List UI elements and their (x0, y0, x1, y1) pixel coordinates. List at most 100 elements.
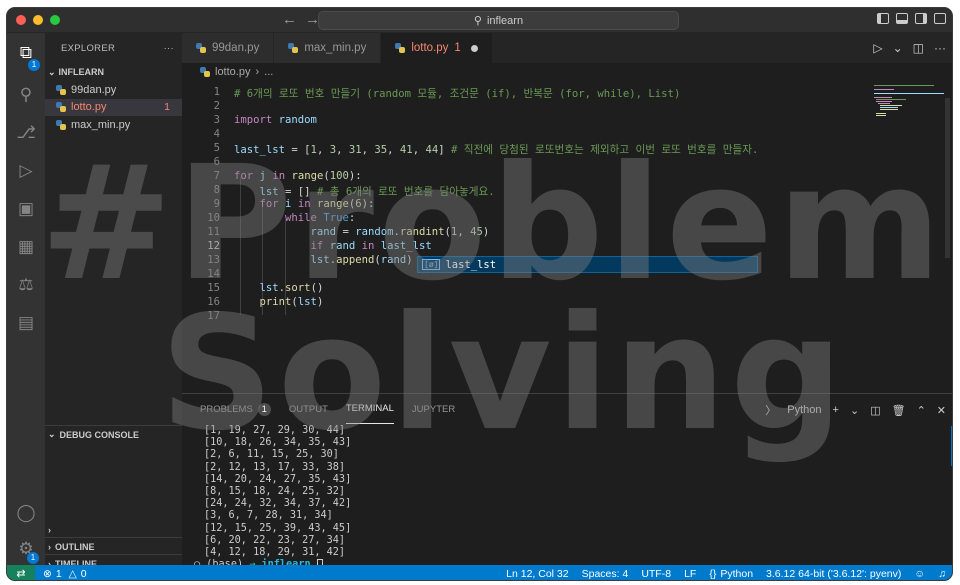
debug-console-section[interactable]: ⌄ DEBUG CONSOLE (45, 425, 182, 443)
editor-actions: ▷ ⌄ ◫ ··· (873, 41, 946, 55)
minimap-line (874, 97, 892, 98)
minimap-line (874, 89, 894, 90)
folder-name: INFLEARN (58, 67, 105, 77)
source-control-icon[interactable]: ⎇ (16, 123, 36, 143)
tab-problems[interactable]: PROBLEMS 1 (200, 394, 271, 424)
editor-tabs: 99dan.py max_min.py lotto.py 1 ▷ ⌄ ◫ ··· (182, 33, 952, 63)
unsaved-dot-icon[interactable] (470, 44, 478, 52)
split-editor-icon[interactable]: ◫ (913, 41, 924, 55)
maximize-window-button[interactable] (50, 15, 60, 25)
terminal-output[interactable]: [1, 19, 27, 29, 30, 44] [10, 18, 26, 34,… (194, 425, 352, 571)
run-dropdown-icon[interactable]: ⌄ (893, 41, 903, 55)
end-of-line[interactable]: LF (684, 568, 696, 580)
more-actions-icon[interactable]: ··· (164, 43, 174, 54)
extensions-icon[interactable]: ▦ (16, 237, 36, 257)
minimap-line (876, 99, 906, 100)
terminal-line: [6, 20, 22, 23, 27, 34] (204, 534, 346, 546)
problems-count-badge: 1 (257, 402, 271, 416)
tab-jupyter[interactable]: JUPYTER (412, 394, 455, 424)
terminal-line: [3, 6, 7, 28, 31, 34] (204, 510, 333, 522)
code-line: 1 # 6개의 로또 번호 만들기 (random 모듈, 조건문 (if), 반… (182, 86, 872, 100)
terminal-scrollbar[interactable] (951, 426, 952, 466)
accounts-icon[interactable]: ◯ (16, 503, 36, 523)
terminal-line: [4, 12, 18, 29, 31, 42] (204, 546, 346, 558)
panel-actions: 〉 Python + ⌄ ◫ 🗑 ⌃ ✕ (765, 402, 946, 418)
indentation[interactable]: Spaces: 4 (582, 568, 629, 580)
language-mode[interactable]: {} Python (709, 568, 753, 580)
cursor-position[interactable]: Ln 12, Col 32 (506, 568, 568, 580)
terminal-line: [10, 18, 26, 34, 35, 43] (204, 437, 352, 449)
encoding[interactable]: UTF-8 (641, 568, 671, 580)
feedback-icon[interactable]: ☺ (914, 568, 925, 580)
python-file-icon (56, 119, 66, 130)
line-number: 2 (213, 100, 220, 112)
file-item-99dan[interactable]: 99dan.py (45, 81, 182, 99)
editor-scrollbar[interactable] (945, 98, 950, 258)
line-number: 17 (207, 310, 220, 322)
autocomplete-suggestion[interactable]: [ø] last_lst (417, 256, 758, 273)
file-name: max_min.py (71, 118, 131, 131)
python-interpreter[interactable]: 3.6.12 64-bit ('3.6.12': pyenv) (766, 568, 901, 580)
error-icon: ⊗ (43, 567, 52, 580)
minimap-line (876, 113, 886, 114)
sidebar-title: EXPLORER (61, 42, 116, 54)
tab-output[interactable]: OUTPUT (289, 394, 328, 424)
code-editor[interactable]: 1 # 6개의 로또 번호 만들기 (random 모듈, 조건문 (if), 반… (182, 81, 872, 391)
line-number: 6 (213, 156, 220, 168)
file-item-max-min[interactable]: max_min.py (45, 116, 182, 134)
problems-status[interactable]: ⊗ 1 △ 0 (43, 568, 87, 580)
python-file-icon (288, 43, 299, 53)
file-item-lotto[interactable]: lotto.py 1 (45, 98, 182, 116)
new-terminal-icon[interactable]: + (833, 404, 839, 416)
minimap[interactable] (872, 81, 952, 391)
split-terminal-icon[interactable]: ◫ (870, 404, 880, 417)
search-label: inflearn (486, 14, 524, 27)
outline-section[interactable]: › OUTLINE (45, 537, 182, 555)
chevron-right-icon: › (48, 525, 51, 535)
close-panel-icon[interactable]: ✕ (937, 404, 946, 417)
explorer-badge: 1 (28, 59, 40, 71)
breadcrumb-file[interactable]: lotto.py (215, 66, 250, 78)
toggle-sidebar-icon[interactable] (877, 13, 889, 24)
tab-label: lotto.py (411, 42, 449, 54)
more-actions-icon[interactable]: ··· (934, 41, 946, 55)
close-window-button[interactable] (16, 15, 26, 25)
notifications-bell-icon[interactable]: ♫ (938, 568, 946, 580)
bottom-panel: PROBLEMS 1 OUTPUT TERMINAL JUPYTER 〉 Pyt… (182, 393, 952, 570)
tab-label: TERMINAL (345, 403, 394, 414)
command-center-search[interactable]: ⚲ inflearn (318, 11, 679, 30)
tab-problem-count: 1 (454, 42, 461, 54)
search-icon[interactable]: ⚲ (16, 85, 36, 105)
folder-header[interactable]: ⌄ INFLEARN (45, 63, 182, 81)
breadcrumb-rest[interactable]: ... (264, 66, 273, 78)
tab-terminal[interactable]: TERMINAL (345, 394, 394, 424)
customize-layout-icon[interactable] (934, 13, 946, 24)
chevron-down-icon[interactable]: ⌄ (850, 404, 859, 417)
testing-icon[interactable]: ⚖ (16, 275, 36, 295)
code-line: 8 lst = [] # 총 6개의 로또 번호를 담아놓게요. (182, 184, 872, 198)
code-line: 7 for j in range(100): (182, 170, 872, 184)
terminal-icon: 〉 (765, 405, 777, 417)
tab-max-min[interactable]: max_min.py (274, 33, 382, 63)
back-arrow-icon[interactable]: ← (282, 11, 297, 28)
tab-99dan[interactable]: 99dan.py (182, 33, 275, 63)
minimap-line (876, 115, 886, 116)
remote-indicator-icon[interactable]: ⇄ (7, 565, 35, 580)
run-icon[interactable]: ▷ (873, 41, 882, 55)
layout-controls (877, 13, 946, 24)
tab-lotto[interactable]: lotto.py 1 (381, 33, 493, 63)
terminal-shell-label[interactable]: Python (787, 404, 821, 416)
toggle-panel-icon[interactable] (896, 13, 908, 24)
toggle-secondary-sidebar-icon[interactable] (915, 13, 927, 24)
python-file-icon (56, 84, 66, 95)
run-debug-icon[interactable]: ▷ (16, 161, 36, 181)
jupyter-icon[interactable]: ▤ (16, 313, 36, 333)
python-file-icon (395, 43, 406, 53)
trash-icon[interactable]: 🗑 (892, 404, 906, 417)
line-number: 8 (213, 184, 220, 196)
remote-explorer-icon[interactable]: ▣ (16, 199, 36, 219)
minimap-line (874, 93, 944, 94)
code-line: 2 (182, 100, 872, 114)
maximize-panel-icon[interactable]: ⌃ (917, 404, 926, 417)
minimize-window-button[interactable] (33, 15, 43, 25)
